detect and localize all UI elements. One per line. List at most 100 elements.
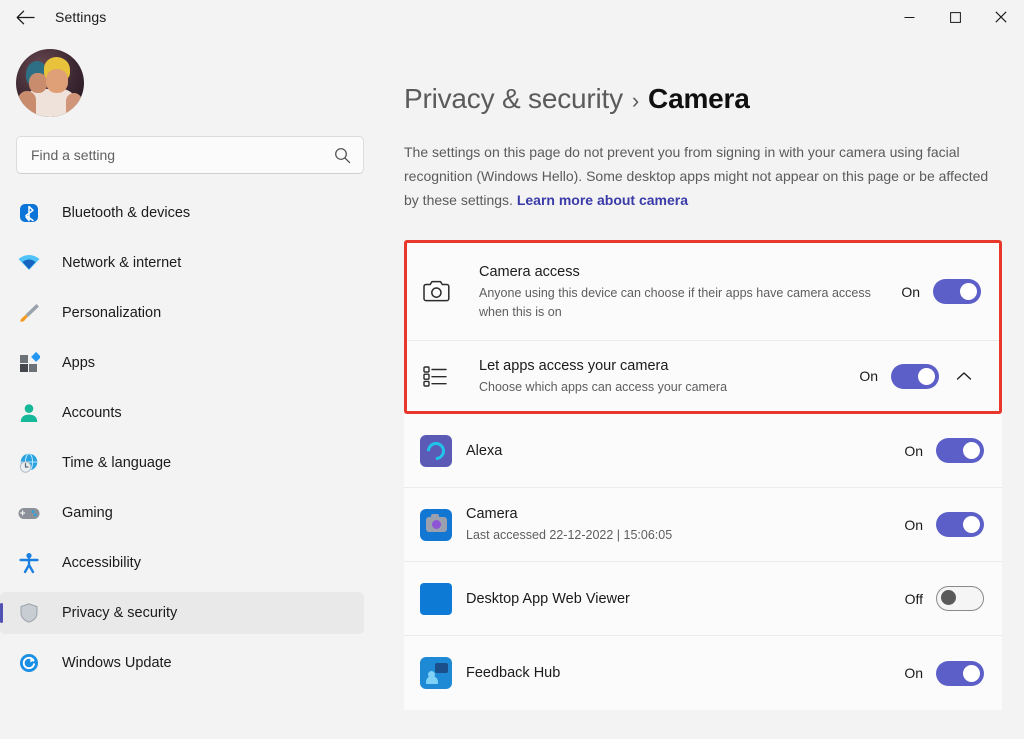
sidebar-item-gaming[interactable]: Gaming	[0, 492, 364, 534]
accessibility-person-icon	[16, 551, 42, 575]
alexa-toggle[interactable]	[936, 438, 984, 463]
camera-app-icon	[420, 509, 452, 541]
sidebar-item-privacy-security[interactable]: Privacy & security	[0, 592, 364, 634]
profile-text	[100, 66, 233, 101]
sidebar-item-time-language[interactable]: Time & language	[0, 442, 364, 484]
app-row-camera[interactable]: Camera Last accessed 22-12-2022 | 15:06:…	[404, 488, 1002, 562]
setting-text: Let apps access your camera Choose which…	[479, 356, 859, 397]
app-row-alexa[interactable]: Alexa On	[404, 414, 1002, 488]
apps-grid-icon	[16, 351, 42, 375]
app-row-feedback-hub[interactable]: Feedback Hub On	[404, 636, 1002, 710]
desktop-app-web-viewer-icon	[420, 583, 452, 615]
toggle-state-label: On	[904, 665, 923, 681]
sidebar-item-label: Windows Update	[62, 655, 172, 671]
back-button[interactable]	[6, 2, 44, 32]
sidebar-item-personalization[interactable]: Personalization	[0, 292, 364, 334]
app-control: On	[904, 438, 984, 463]
toggle-state-label: On	[859, 368, 878, 384]
profile-email	[100, 88, 233, 101]
setting-subtitle: Anyone using this device can choose if t…	[479, 284, 889, 322]
camera-access-toggle[interactable]	[933, 279, 981, 304]
toggle-state-label: On	[904, 443, 923, 459]
minimize-icon	[904, 12, 915, 23]
learn-more-link[interactable]: Learn more about camera	[517, 192, 688, 208]
setting-row-let-apps-access-camera[interactable]: Let apps access your camera Choose which…	[407, 341, 999, 411]
search-box[interactable]	[16, 136, 364, 174]
let-apps-access-camera-toggle[interactable]	[891, 364, 939, 389]
breadcrumb: Privacy & security›Camera	[404, 82, 1002, 118]
setting-text: Camera access Anyone using this device c…	[479, 262, 901, 322]
search-section	[0, 136, 380, 174]
back-arrow-icon	[16, 10, 35, 25]
highlight-annotation: Camera access Anyone using this device c…	[404, 240, 1002, 414]
app-row-desktop-app-web-viewer[interactable]: Desktop App Web Viewer Off	[404, 562, 1002, 636]
person-icon	[16, 401, 42, 425]
maximize-button[interactable]	[932, 0, 978, 34]
wifi-icon	[16, 251, 42, 275]
window-body: Bluetooth & devices Network & internet	[0, 34, 1024, 739]
app-name: Desktop App Web Viewer	[466, 589, 905, 609]
alexa-app-icon	[420, 435, 452, 467]
setting-control: On	[901, 279, 981, 304]
list-settings-icon	[423, 360, 463, 392]
toggle-state-label: On	[901, 284, 920, 300]
minimize-button[interactable]	[886, 0, 932, 34]
sidebar-item-accounts[interactable]: Accounts	[0, 392, 364, 434]
sidebar-item-windows-update[interactable]: Windows Update	[0, 642, 364, 684]
settings-window: Settings	[0, 0, 1024, 739]
app-text: Camera Last accessed 22-12-2022 | 15:06:…	[466, 504, 904, 545]
sidebar-item-label: Accounts	[62, 405, 122, 421]
expand-collapse-button[interactable]	[947, 359, 981, 393]
setting-control: On	[859, 359, 981, 393]
profile-section[interactable]	[0, 34, 380, 130]
sidebar-item-bluetooth-devices[interactable]: Bluetooth & devices	[0, 192, 364, 234]
sidebar-item-apps[interactable]: Apps	[0, 342, 364, 384]
app-name: Feedback Hub	[466, 663, 904, 683]
sidebar-item-label: Network & internet	[62, 255, 181, 271]
setting-row-camera-access[interactable]: Camera access Anyone using this device c…	[407, 243, 999, 341]
avatar	[16, 49, 84, 117]
sidebar-item-accessibility[interactable]: Accessibility	[0, 542, 364, 584]
app-permission-list: Alexa On Camera Last accessed 22-12-2022…	[404, 414, 1002, 710]
setting-title: Let apps access your camera	[479, 356, 847, 376]
app-control: On	[904, 512, 984, 537]
setting-title: Camera access	[479, 262, 889, 282]
title-bar: Settings	[0, 0, 1024, 34]
camera-outline-icon	[423, 276, 463, 308]
sidebar-item-label: Apps	[62, 355, 95, 371]
sidebar-item-label: Time & language	[62, 455, 171, 471]
breadcrumb-parent[interactable]: Privacy & security	[404, 83, 623, 114]
app-text: Desktop App Web Viewer	[466, 589, 905, 609]
update-refresh-icon	[16, 651, 42, 675]
toggle-state-label: Off	[905, 591, 923, 607]
bluetooth-icon	[16, 201, 42, 225]
paintbrush-icon	[16, 301, 42, 325]
profile-name	[100, 66, 233, 81]
clock-globe-icon	[16, 451, 42, 475]
chevron-up-icon	[956, 371, 972, 381]
main-content: Privacy & security›Camera The settings o…	[380, 34, 1024, 739]
camera-app-toggle[interactable]	[936, 512, 984, 537]
maximize-icon	[950, 12, 961, 23]
setting-subtitle: Choose which apps can access your camera	[479, 378, 847, 397]
shield-icon	[16, 601, 42, 625]
close-button[interactable]	[978, 0, 1024, 34]
desktop-app-web-viewer-toggle[interactable]	[936, 586, 984, 611]
sidebar: Bluetooth & devices Network & internet	[0, 34, 380, 739]
feedback-hub-toggle[interactable]	[936, 661, 984, 686]
page-description: The settings on this page do not prevent…	[404, 140, 994, 212]
app-text: Feedback Hub	[466, 663, 904, 683]
sidebar-item-network-internet[interactable]: Network & internet	[0, 242, 364, 284]
app-control: Off	[905, 586, 984, 611]
sidebar-item-label: Bluetooth & devices	[62, 205, 190, 221]
page-description-text: The settings on this page do not prevent…	[404, 144, 988, 208]
page-title: Camera	[648, 83, 750, 114]
toggle-state-label: On	[904, 517, 923, 533]
search-input[interactable]	[31, 147, 334, 163]
close-icon	[995, 11, 1007, 23]
camera-settings-card: Camera access Anyone using this device c…	[407, 243, 999, 411]
app-text: Alexa	[466, 441, 904, 461]
feedback-hub-icon	[420, 657, 452, 689]
gamepad-icon	[16, 501, 42, 525]
sidebar-item-label: Gaming	[62, 505, 113, 521]
